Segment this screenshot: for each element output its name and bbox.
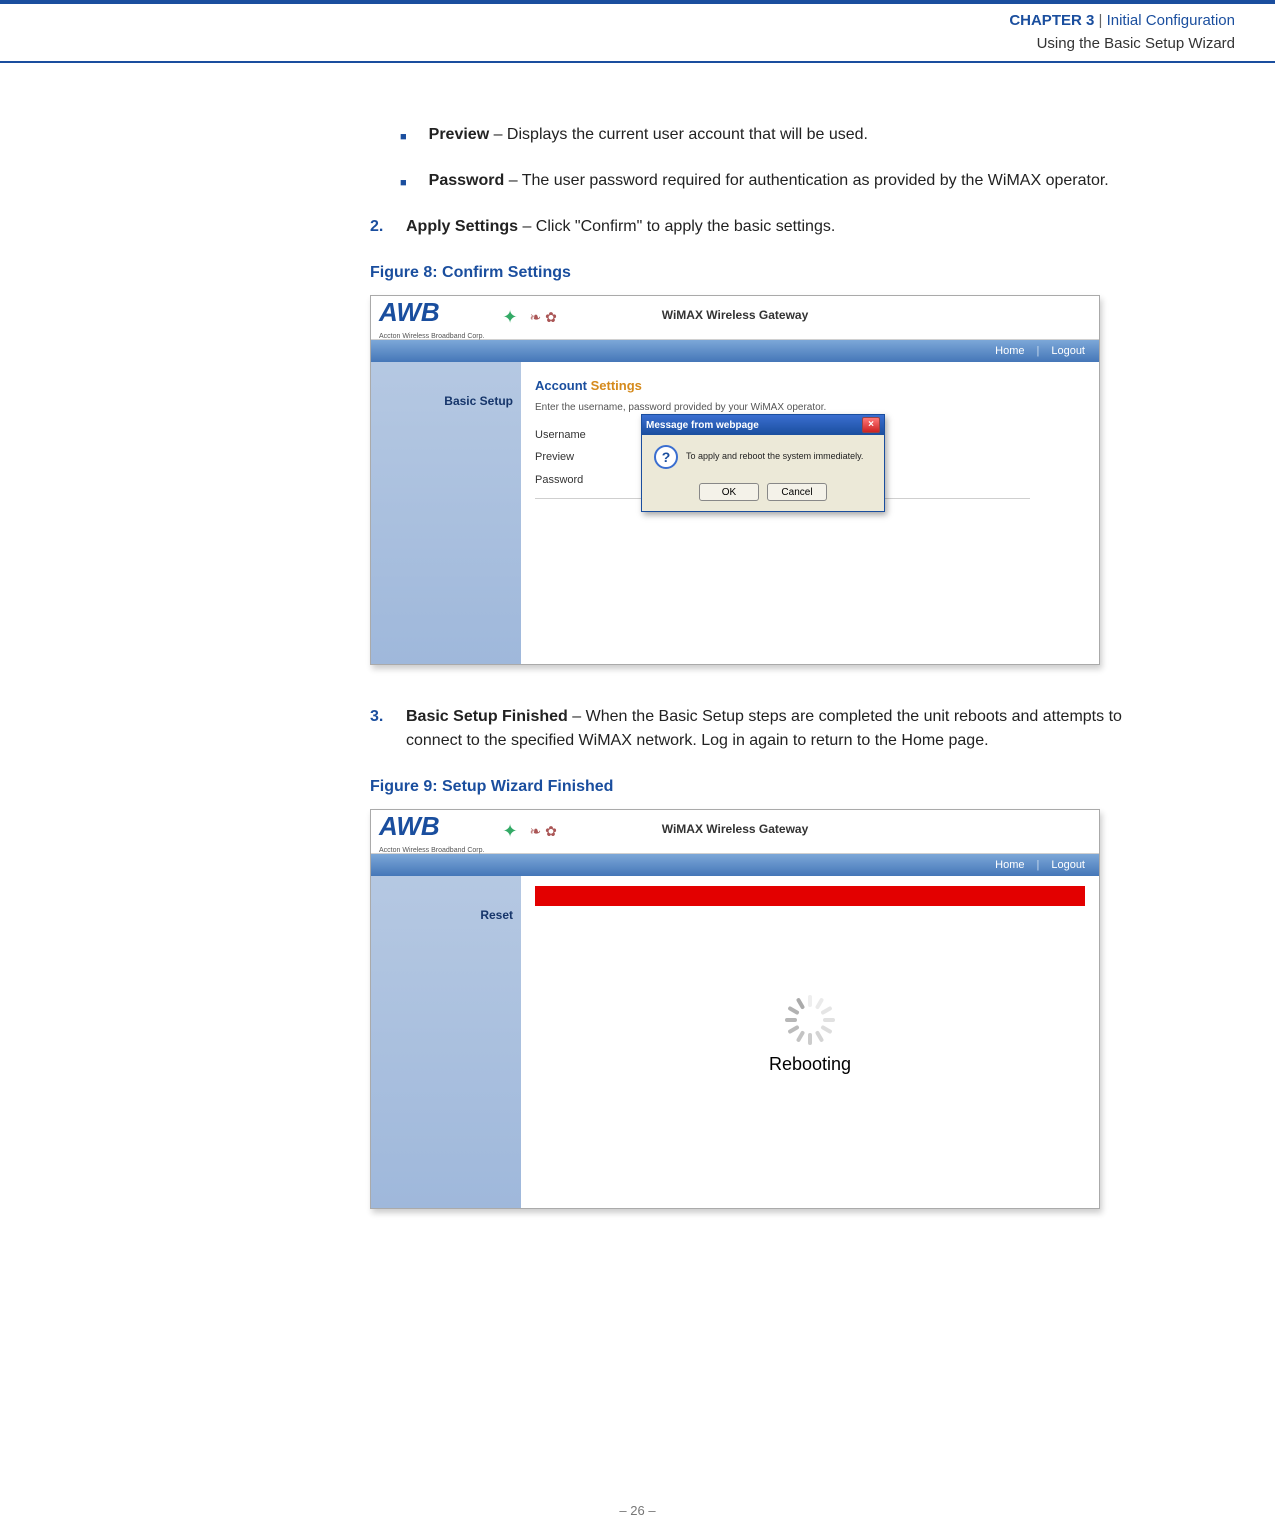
desc-apply-settings: – Click "Confirm" to apply the basic set…: [518, 218, 835, 235]
rebooting-text: Rebooting: [769, 1051, 851, 1078]
term-apply-settings: Apply Settings: [406, 218, 518, 235]
gateway-title: WiMAX Wireless Gateway: [662, 306, 809, 324]
nav-strip: Home | Logout: [371, 340, 1099, 362]
page-header: CHAPTER 3 | Initial Configuration Using …: [0, 4, 1275, 63]
step-num-2: 2.: [370, 215, 394, 239]
label-preview: Preview: [535, 449, 645, 466]
bullet-preview: ■ Preview – Displays the current user ac…: [400, 123, 1175, 147]
heading-part-b: Settings: [587, 378, 642, 393]
decor-icon: ❧ ✿: [530, 821, 557, 842]
nav-logout-link[interactable]: Logout: [1047, 343, 1089, 360]
logo-subtitle: Accton Wireless Broadband Corp.: [379, 846, 484, 857]
cancel-button[interactable]: Cancel: [767, 483, 827, 501]
gateway-title: WiMAX Wireless Gateway: [662, 820, 809, 838]
nav-logout-link[interactable]: Logout: [1047, 857, 1089, 874]
figure-8-caption: Figure 8: Confirm Settings: [370, 261, 1175, 285]
screenshot-header: AWB Accton Wireless Broadband Corp. ✦ ❧ …: [371, 810, 1099, 854]
term-password: Password: [429, 172, 505, 189]
document-body: ■ Preview – Displays the current user ac…: [0, 63, 1275, 1289]
close-icon[interactable]: ×: [862, 417, 880, 433]
spinner-icon: [785, 995, 835, 1045]
alert-banner: [535, 886, 1085, 906]
question-icon: ?: [654, 445, 678, 469]
account-subtext: Enter the username, password provided by…: [535, 400, 1085, 415]
chapter-label: CHAPTER 3: [1009, 12, 1094, 29]
term-preview: Preview: [429, 126, 489, 143]
decor-icon: ✦: [502, 304, 517, 331]
dialog-message: To apply and reboot the system immediate…: [686, 450, 863, 464]
logo-text: AWB: [379, 809, 484, 846]
decor-icon: ✦: [502, 818, 517, 845]
sidebar-item-reset[interactable]: Reset: [371, 906, 521, 924]
desc-preview: – Displays the current user account that…: [489, 126, 868, 143]
figure-8-screenshot: AWB Accton Wireless Broadband Corp. ✦ ❧ …: [370, 295, 1100, 665]
ok-button[interactable]: OK: [699, 483, 759, 501]
dialog-title: Message from webpage: [646, 418, 759, 433]
sidebar: Basic Setup: [371, 362, 521, 664]
bullet-password: ■ Password – The user password required …: [400, 169, 1175, 193]
account-settings-heading: Account Settings: [535, 376, 1085, 396]
chapter-subtitle: Using the Basic Setup Wizard: [0, 33, 1235, 56]
chapter-title: Initial Configuration: [1107, 12, 1235, 29]
dialog-titlebar: Message from webpage ×: [642, 415, 884, 435]
chapter-sep: |: [1099, 12, 1107, 29]
step-2: 2. Apply Settings – Click "Confirm" to a…: [370, 215, 1175, 239]
logo-subtitle: Accton Wireless Broadband Corp.: [379, 332, 484, 343]
figure-9-caption: Figure 9: Setup Wizard Finished: [370, 775, 1175, 799]
nav-separator: |: [1036, 343, 1039, 360]
confirm-dialog: Message from webpage × ? To apply and re…: [641, 414, 885, 512]
nav-strip: Home | Logout: [371, 854, 1099, 876]
main-pane: Account Settings Enter the username, pas…: [521, 362, 1099, 664]
label-username: Username: [535, 427, 645, 444]
bullet-marker-icon: ■: [400, 175, 407, 193]
heading-part-a: Account: [535, 378, 587, 393]
logo-text: AWB: [379, 295, 484, 332]
step-3: 3. Basic Setup Finished – When the Basic…: [370, 705, 1175, 753]
label-password: Password: [535, 472, 645, 489]
sidebar-item-basic-setup[interactable]: Basic Setup: [371, 392, 521, 410]
term-basic-setup-finished: Basic Setup Finished: [406, 708, 568, 725]
screenshot-header: AWB Accton Wireless Broadband Corp. ✦ ❧ …: [371, 296, 1099, 340]
nav-home-link[interactable]: Home: [991, 343, 1028, 360]
nav-separator: |: [1036, 857, 1039, 874]
decor-icon: ❧ ✿: [530, 307, 557, 328]
sidebar: Reset: [371, 876, 521, 1208]
page-number: – 26 –: [619, 1503, 655, 1518]
page-footer: – 26 –: [0, 1503, 1275, 1518]
figure-9-screenshot: AWB Accton Wireless Broadband Corp. ✦ ❧ …: [370, 809, 1100, 1209]
desc-password: – The user password required for authent…: [504, 172, 1108, 189]
step-num-3: 3.: [370, 705, 394, 753]
nav-home-link[interactable]: Home: [991, 857, 1028, 874]
main-pane: Rebooting: [521, 876, 1099, 1208]
bullet-marker-icon: ■: [400, 129, 407, 147]
